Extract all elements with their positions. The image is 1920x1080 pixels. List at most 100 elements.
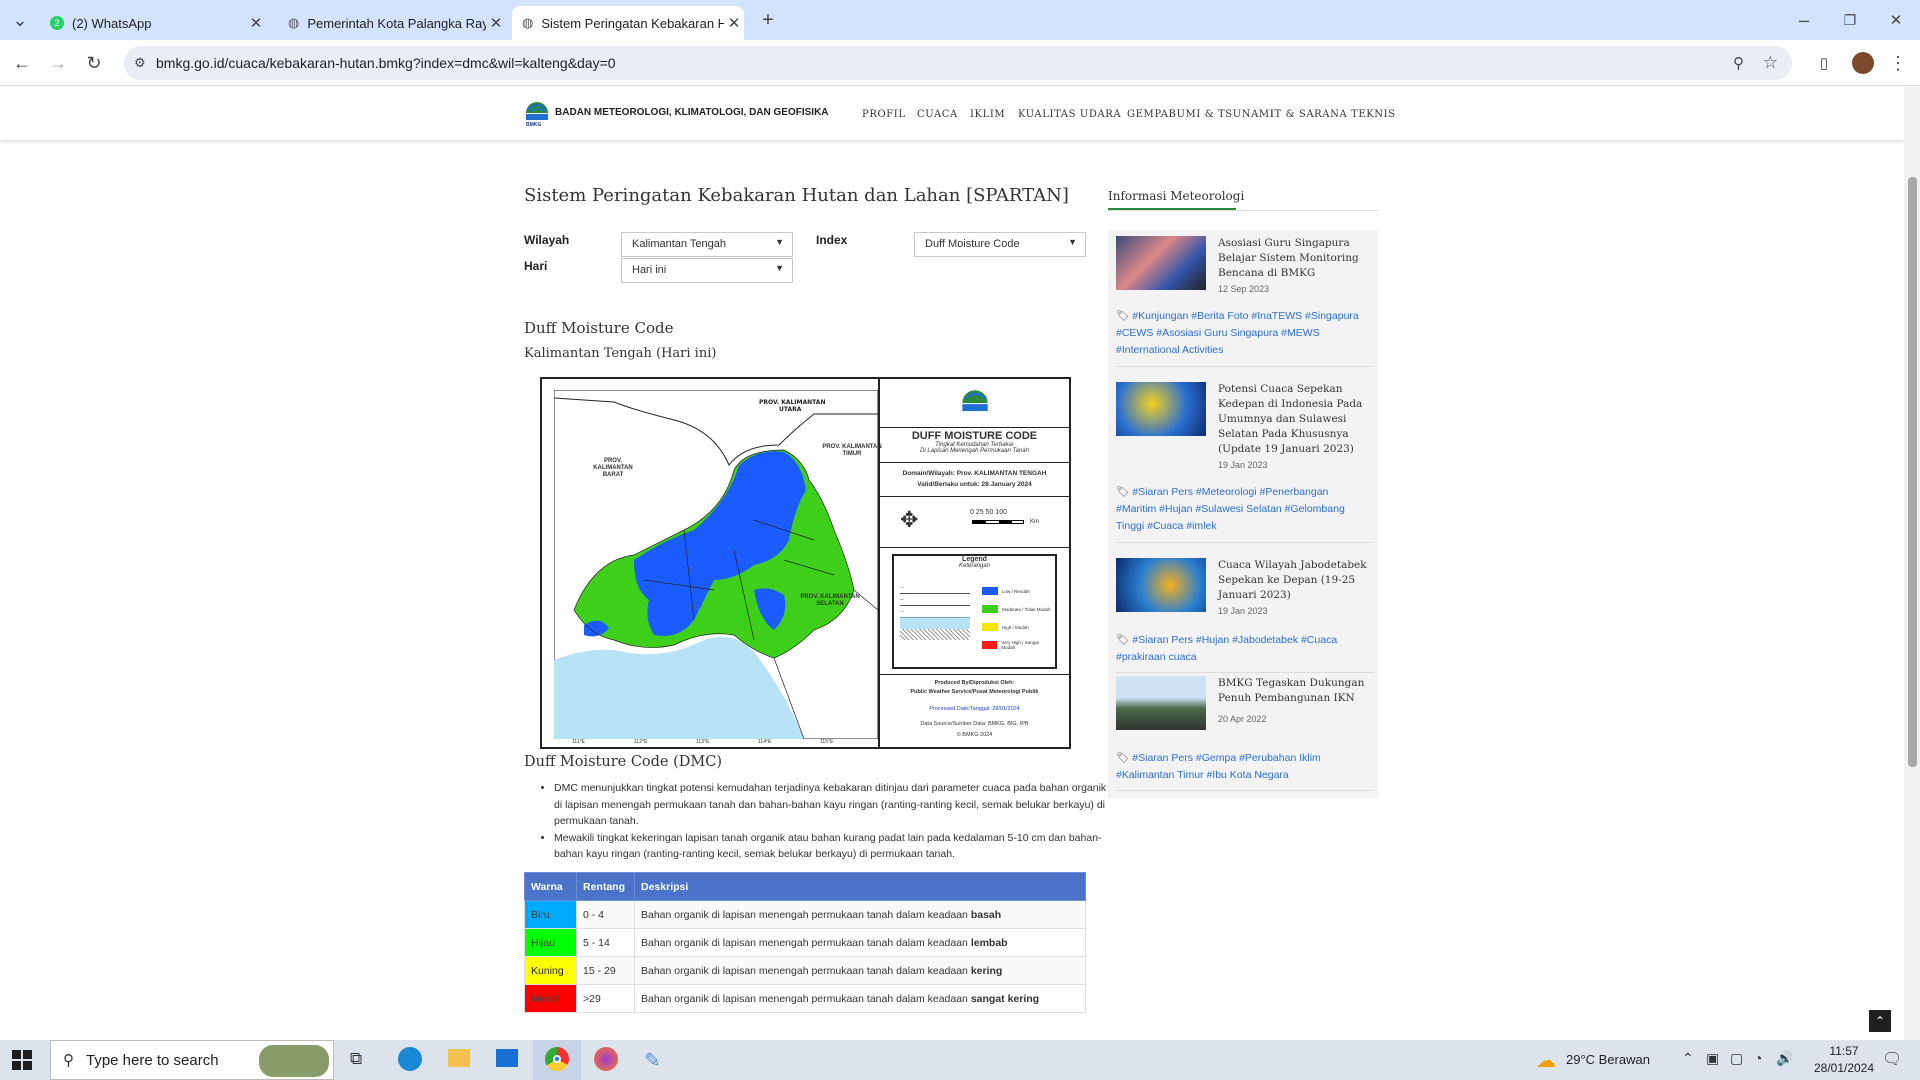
nav-gempabumi[interactable]: GEMPABUMI & TSUNAMI — [1127, 109, 1274, 120]
close-window-icon[interactable]: ✕ — [1882, 6, 1910, 34]
volume-icon[interactable]: 🔊 — [1776, 1050, 1793, 1067]
th-rentang: Rentang — [576, 872, 635, 901]
page-scrollbar[interactable] — [1904, 87, 1920, 1040]
desc-status: sangat kering — [970, 992, 1040, 1005]
notification-icon[interactable]: 🗨 — [1882, 1049, 1902, 1069]
news-date: 19 Jan 2023 — [1218, 606, 1268, 616]
nav-iklim[interactable]: IKLIM — [970, 109, 1005, 120]
news-thumbnail[interactable] — [1116, 236, 1206, 290]
news-tags[interactable]: #Siaran Pers #Meteorologi #Penerbangan #… — [1116, 486, 1345, 532]
address-bar[interactable]: ⚙ bmkg.go.id/cuaca/kebakaran-hutan.bmkg?… — [124, 46, 1792, 80]
reload-icon[interactable]: ↻ — [80, 49, 108, 77]
news-thumbnail[interactable] — [1116, 676, 1206, 730]
compass-icon: ✥ — [900, 507, 919, 532]
side-panel-icon[interactable]: ▯ — [1810, 49, 1838, 77]
nav-it-sarana[interactable]: IT & SARANA TEKNIS — [1270, 109, 1396, 120]
site-header: BMKG BADAN METEOROLOGI, KLIMATOLOGI, DAN… — [0, 87, 1904, 140]
close-tab-icon[interactable]: ✕ — [724, 14, 744, 32]
legend-head: Legend — [962, 556, 987, 563]
news-title[interactable]: Cuaca Wilayah Jabodetabek Sepekan ke Dep… — [1218, 558, 1368, 603]
zoom-icon[interactable]: ⚲ — [1733, 54, 1744, 72]
restore-icon[interactable]: ❐ — [1836, 6, 1864, 34]
legend-swatch — [982, 587, 998, 595]
tray-app-icon[interactable]: ▣ — [1706, 1050, 1719, 1067]
forward-icon[interactable]: → — [44, 49, 72, 77]
weather-text[interactable]: 29°C Berawan — [1566, 1052, 1650, 1067]
windows-start-icon[interactable] — [12, 1050, 32, 1070]
news-divider — [1116, 672, 1374, 673]
scrollbar-thumb[interactable] — [1908, 177, 1917, 767]
tab-palangka-raya[interactable]: ◍ Pemerintah Kota Palangka Raya ✕ — [278, 6, 506, 40]
chrome-taskbar-button[interactable] — [533, 1040, 581, 1080]
legend-scale-box: ✥ 0 25 50 100 Km — [880, 497, 1069, 548]
back-icon[interactable]: ← — [8, 49, 36, 77]
legend-produced: Produced By/Diproduksi Oleh: — [934, 680, 1015, 686]
index-select[interactable]: Duff Moisture Code ▼ — [914, 232, 1086, 257]
profile-avatar[interactable] — [1852, 52, 1874, 74]
cell-deskripsi: Bahan organik di lapisan menengah permuk… — [634, 900, 1086, 929]
whatsapp-icon: 2 — [50, 16, 64, 30]
news-divider — [1116, 542, 1374, 543]
scroll-top-icon[interactable]: ⌃ — [1869, 1010, 1891, 1032]
label-kaltim: PROV. KALIMANTAN TIMUR — [822, 444, 882, 457]
clock-date[interactable]: 28/01/2024 — [1804, 1061, 1884, 1075]
bookmark-star-icon[interactable]: ☆ — [1763, 53, 1778, 73]
browser-toolbar: ← → ↻ ⚙ bmkg.go.id/cuaca/kebakaran-hutan… — [0, 40, 1920, 86]
legend-head2: Keterangan — [958, 563, 991, 569]
mail-icon[interactable] — [496, 1049, 518, 1067]
news-title[interactable]: Potensi Cuaca Sepekan Kedepan di Indones… — [1218, 382, 1368, 457]
tab-label: (2) WhatsApp — [72, 15, 152, 31]
menu-kebab-icon[interactable]: ⋮ — [1884, 49, 1912, 77]
news-tags[interactable]: #Siaran Pers #Gempa #Perubahan Iklim #Ka… — [1116, 752, 1321, 781]
nav-profil[interactable]: PROFIL — [862, 109, 906, 120]
wifi-icon[interactable]: ◔ — [1754, 1050, 1762, 1066]
close-tab-icon[interactable]: ✕ — [246, 14, 266, 32]
legend-class-item: Moderate / Tidak Mudah — [982, 600, 1052, 618]
url-text[interactable]: bmkg.go.id/cuaca/kebakaran-hutan.bmkg?in… — [156, 55, 616, 71]
desc-bullet: DMC menunjukkan tingkat potensi kemudaha… — [554, 780, 1114, 830]
new-tab-icon[interactable]: + — [754, 6, 782, 34]
firefox-icon[interactable] — [594, 1047, 618, 1071]
news-tags[interactable]: #Kunjungan #Berita Foto #InaTEWS #Singap… — [1116, 310, 1359, 356]
weather-icon: ☁ — [1536, 1050, 1556, 1072]
hari-select[interactable]: Hari ini ▼ — [621, 258, 793, 283]
edge-icon[interactable] — [398, 1047, 422, 1071]
legend-class-item: Low / Rendah — [982, 582, 1052, 600]
desc-prefix: Bahan organik di lapisan menengah permuk… — [641, 964, 968, 977]
label-kalsel: PROV. KALIMANTAN SELATAN — [800, 594, 860, 607]
minimize-icon[interactable]: – — [1790, 6, 1818, 34]
svg-text:UTARA: UTARA — [779, 406, 802, 413]
tab-spartan[interactable]: ◍ Sistem Peringatan Kebakaran Hutan ✕ — [512, 6, 744, 40]
legend-producer: Public Weather Service/Pusat Meteorologi… — [910, 689, 1039, 695]
caret-down-icon: ▼ — [775, 237, 784, 247]
bmkg-logo[interactable]: BMKG — [524, 97, 550, 129]
tray-chevron-icon[interactable]: ⌃ — [1682, 1050, 1694, 1067]
tray-display-icon[interactable]: ▢ — [1730, 1050, 1743, 1067]
news-title[interactable]: Asosiasi Guru Singapura Belajar Sistem M… — [1218, 236, 1368, 281]
news-title[interactable]: BMKG Tegaskan Dukungan Penuh Pembangunan… — [1218, 676, 1368, 706]
legend-frame: Legend Keterangan — — — Low / Rendah Modera… — [892, 554, 1057, 669]
clock-time[interactable]: 11:57 — [1804, 1044, 1884, 1058]
nav-cuaca[interactable]: CUACA — [917, 109, 958, 120]
dmc-map: PROV. KALIMANTAN UTARA PROV. KALIMANTAN … — [540, 377, 1071, 749]
tab-whatsapp[interactable]: 2 (2) WhatsApp ✕ — [40, 6, 266, 40]
site-info-icon[interactable]: ⚙ — [134, 55, 146, 71]
lon-ticks: 111°E 112°E 113°E 114°E 115°E — [554, 739, 878, 747]
task-view-icon[interactable]: ⧉ — [350, 1049, 362, 1069]
table-row: Kuning 15 - 29 Bahan organik di lapisan … — [524, 956, 1086, 985]
legend-class-label: Moderate / Tidak Mudah — [1002, 606, 1051, 612]
tab-search-chevron-icon[interactable]: ⌄ — [6, 6, 34, 34]
paint-app-icon[interactable]: ✎ — [644, 1048, 661, 1073]
file-explorer-icon[interactable] — [448, 1049, 470, 1067]
th-warna: Warna — [524, 872, 577, 901]
news-thumbnail[interactable] — [1116, 558, 1206, 612]
nav-kualitas-udara[interactable]: KUALITAS UDARA — [1018, 109, 1121, 120]
desc-status: lembab — [970, 936, 1008, 949]
news-tags[interactable]: #Siaran Pers #Hujan #Jabodetabek #Cuaca … — [1116, 634, 1337, 663]
news-thumbnail[interactable] — [1116, 382, 1206, 436]
close-tab-icon[interactable]: ✕ — [486, 14, 506, 32]
desc-prefix: Bahan organik di lapisan menengah permuk… — [641, 936, 968, 949]
wilayah-select[interactable]: Kalimantan Tengah ▼ — [621, 232, 793, 257]
taskbar-search[interactable]: ⚲ Type here to search — [50, 1040, 334, 1080]
lon-tick-label: 115°E — [820, 739, 834, 745]
